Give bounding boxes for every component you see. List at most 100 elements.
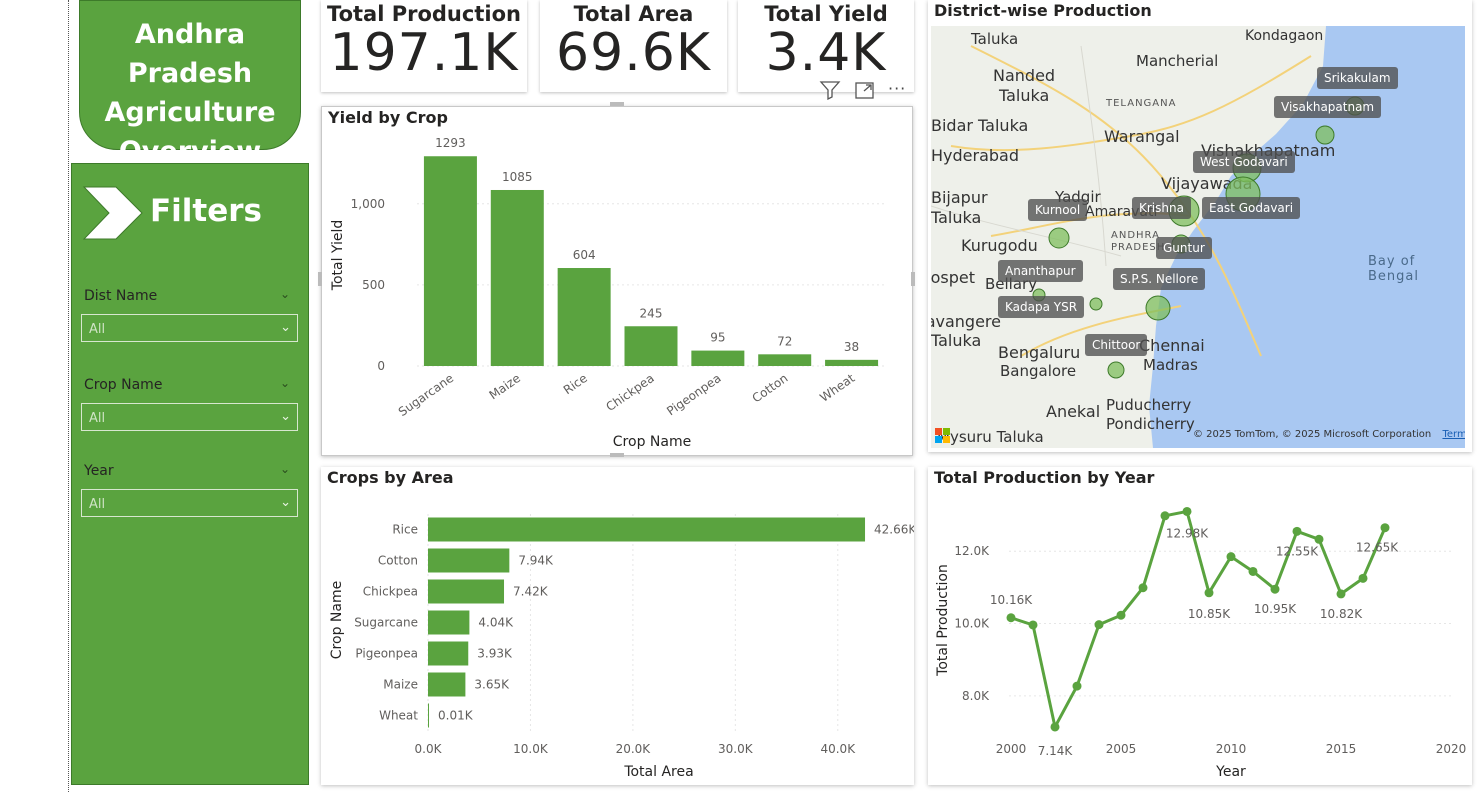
chevron-down-icon: ⌄ [280,409,291,424]
data-point [1050,722,1060,732]
district-labels: Srikakulam Visakhapatnam West Godavari Kurn… [931,26,1465,448]
slicer-dist-name-label: Dist Name [84,288,158,304]
map-canvas[interactable]: Taluka Kondagaon Mancherial Nanded Taluk… [931,26,1465,448]
y-tick-label: 1,000 [351,197,385,211]
x-tick-label: 2015 [1326,742,1357,756]
slicer-year-label: Year [84,463,114,479]
y-axis-title: Total Production [935,564,951,677]
focus-mode-icon[interactable] [854,81,876,101]
district-label: Krishna [1132,197,1191,219]
bar [624,326,678,366]
data-label: 7.42K [513,585,549,599]
x-tick-label: 2005 [1106,742,1137,756]
x-tick-label: Rice [561,371,590,397]
bar [423,156,477,366]
data-label: 10.82K [1320,607,1363,621]
chevron-down-icon[interactable]: ⌄ [280,287,290,301]
data-point [1204,588,1214,598]
bar [428,517,866,542]
data-point [1248,566,1258,576]
data-label: 95 [710,331,725,345]
data-label: 7.14K [1038,744,1074,758]
slicer-crop-name-dropdown[interactable]: All ⌄ [81,403,298,431]
bar [557,268,611,366]
kpi-value: 197.1K [329,23,519,83]
more-options-icon[interactable]: ··· [888,79,906,98]
microsoft-logo-icon [935,428,951,444]
data-label: 245 [640,306,663,320]
data-point [1138,583,1148,593]
chart-title: District-wise Production [934,1,1152,20]
district-label: S.P.S. Nellore [1113,268,1206,290]
x-tick-label: Sugarcane [396,371,456,419]
data-label: 72 [777,334,792,348]
data-label: 1085 [502,170,533,184]
data-label: 4.04K [478,616,514,630]
kpi-card-total-production[interactable]: Total Production 197.1K [321,0,527,92]
x-tick-label: Maize [487,371,523,402]
bar [758,354,812,366]
data-point [1358,573,1368,583]
yield-by-crop-visual[interactable]: Yield by Crop 0 500 1,000 1293 Sugarcane 1085… [321,106,913,456]
filters-title: Filters [150,193,263,229]
page-divider [68,0,69,792]
x-tick-label: Chickpea [603,371,656,414]
y-tick-label: 8.0K [962,689,990,703]
x-tick-label: 20.0K [616,742,652,756]
data-label: 12.65K [1356,541,1399,555]
bar [428,610,470,635]
data-label: 1293 [435,136,466,150]
x-tick-label: 2020 [1436,742,1467,756]
data-label: 12.55K [1276,544,1319,558]
x-tick-label: 40.0K [820,742,856,756]
y-axis-title: Crop Name [329,581,345,659]
x-tick-label: Cotton [750,371,791,405]
y-axis-title: Total Yield [330,220,346,291]
data-point [1094,620,1104,630]
x-tick-label: 2000 [996,742,1027,756]
y-tick-label: Maize [383,678,418,692]
production-by-year-chart: 8.0K 10.0K 12.0K 2000 2005 2010 2015 2020 10.16K… [935,506,1467,780]
data-label: 12.98K [1166,526,1209,540]
y-tick-label: Wheat [379,709,418,723]
production-by-year-visual[interactable]: Total Production by Year 8.0K 10.0K 12.0K 2… [928,467,1472,785]
slicer-year-dropdown[interactable]: All ⌄ [81,489,298,517]
slicer-dist-name-value: All [89,322,106,337]
kpi-card-total-area[interactable]: Total Area 69.6K [540,0,727,92]
chevron-down-icon[interactable]: ⌄ [280,376,290,390]
map-attribution: © 2025 TomTom, © 2025 Microsoft Corporat… [1193,429,1465,440]
slicer-dist-name-dropdown[interactable]: All ⌄ [81,314,298,342]
data-point [1072,681,1082,691]
data-label: 3.93K [477,647,513,661]
bar [691,350,745,366]
district-label: Kadapa YSR [998,296,1085,318]
district-label: Ananthapur [998,260,1083,282]
report-title-line-2: Agriculture [104,97,276,128]
y-tick-label: 12.0K [954,544,990,558]
kpi-value: 3.4K [765,23,887,83]
y-tick-label: 10.0K [954,617,990,631]
chevron-down-icon[interactable]: ⌄ [280,462,290,476]
chevron-down-icon: ⌄ [280,320,291,335]
y-tick-label: 500 [362,278,385,292]
x-tick-label: 30.0K [718,742,754,756]
data-point [1182,506,1192,516]
data-point [1314,534,1324,544]
bar [428,703,429,728]
data-point [1336,589,1346,599]
y-tick-label: Rice [392,523,418,537]
crops-by-area-visual[interactable]: Crops by Area 0.0K 10.0K 20.0K 30.0K 40.0K Ri… [321,467,914,785]
district-label: Kurnool [1028,199,1088,221]
bar [490,189,544,366]
data-label: 42.66K [874,523,914,537]
chevron-right-icon [82,186,143,240]
slicer-crop-name-label: Crop Name [84,377,163,393]
data-label: 10.16K [990,593,1033,607]
report-title-line-1: Andhra Pradesh [127,19,253,89]
y-tick-label: Cotton [378,554,418,568]
data-label: 10.95K [1254,602,1297,616]
x-axis-title: Total Area [623,764,693,780]
slicer-crop-name-value: All [89,411,106,426]
filter-icon[interactable] [819,80,841,100]
map-terms-link[interactable]: Terms [1442,429,1465,440]
